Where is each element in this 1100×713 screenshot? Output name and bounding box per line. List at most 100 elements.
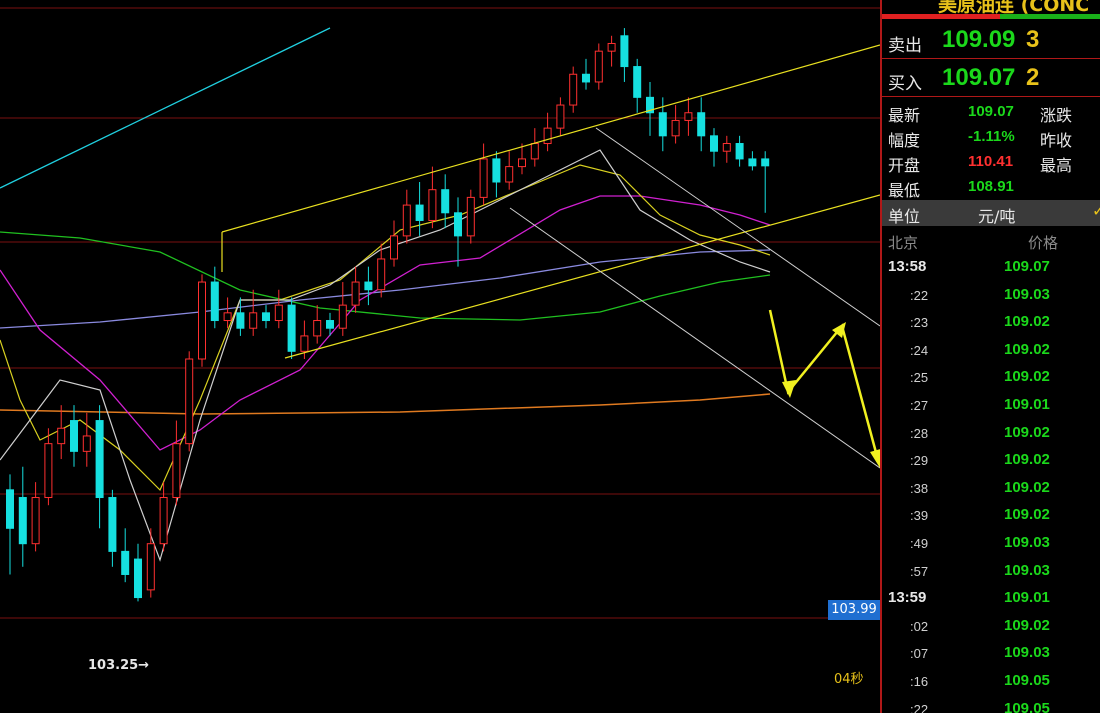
tick-price: 109.02 (1004, 451, 1050, 468)
candlestick-chart[interactable]: 103.25→ 103.99 04秒 (0, 0, 880, 713)
tick-price: 109.03 (1004, 562, 1050, 579)
candle (236, 297, 245, 336)
candle-body (82, 435, 91, 452)
candle-body (658, 112, 667, 137)
candle-body (364, 281, 373, 291)
chevron-down-icon[interactable]: ✓ (1092, 201, 1100, 220)
stat-latest-label: 最新 (888, 106, 921, 125)
ticks-header-time: 北京 (888, 234, 919, 252)
candle-body (415, 204, 424, 221)
candle-body (95, 420, 104, 499)
candle-body (594, 50, 603, 83)
candle (198, 274, 206, 367)
candle (582, 58, 590, 90)
candle (172, 420, 181, 506)
candle (31, 482, 40, 552)
candle (684, 97, 693, 136)
candle (620, 28, 629, 82)
candle (146, 528, 155, 598)
sell-quote-row[interactable]: 卖出 109.09 3 (882, 24, 1100, 59)
tick-price: 109.02 (1004, 617, 1050, 634)
ma-line-yellow (0, 164, 771, 492)
candle-body (6, 489, 14, 529)
candle (556, 97, 565, 136)
candle-body (57, 427, 66, 445)
candle-body (761, 158, 770, 167)
tick-price: 109.01 (1004, 589, 1050, 606)
tick-price: 109.02 (1004, 313, 1050, 330)
candle (607, 35, 616, 67)
candle (415, 182, 424, 236)
candle (390, 220, 398, 267)
candle (543, 112, 552, 152)
candle (249, 289, 258, 336)
candle (633, 58, 642, 113)
tick-price: 109.03 (1004, 644, 1050, 661)
candle (351, 266, 360, 313)
tick-time: :16 (910, 674, 929, 689)
candle (108, 489, 117, 567)
tick-time: :22 (910, 702, 929, 713)
tick-time: :57 (910, 564, 929, 579)
candle-body (390, 235, 398, 260)
tick-price: 109.02 (1004, 506, 1050, 523)
buy-volume: 2 (1026, 64, 1040, 91)
candle-body (159, 497, 168, 545)
candle (185, 351, 194, 452)
candle (6, 474, 14, 575)
countdown-timer: 04秒 (834, 672, 864, 687)
candle-body (454, 212, 462, 237)
candle (262, 305, 270, 329)
candle-body (543, 127, 552, 145)
tick-time: :29 (910, 453, 929, 468)
tick-price: 109.03 (1004, 534, 1050, 551)
candle (159, 482, 168, 552)
candle-body (44, 443, 53, 499)
candle-body (300, 335, 309, 352)
sell-price: 109.09 (942, 26, 1016, 53)
candle-body (236, 312, 245, 329)
candle-body (428, 189, 437, 221)
candle (70, 405, 78, 467)
unit-value: 元/吨 (978, 207, 1016, 226)
candle (671, 105, 680, 144)
candle (287, 297, 296, 359)
candle-body (262, 312, 270, 322)
tick-time: :28 (910, 426, 929, 441)
trend-line-cyan (0, 27, 331, 189)
tick-price: 109.05 (1004, 700, 1050, 713)
tick-time: :39 (910, 508, 929, 523)
candle (18, 466, 27, 567)
tick-time: :24 (910, 343, 929, 358)
stat-high-label: 最高 (1040, 156, 1073, 175)
channel-upper-line (221, 44, 880, 233)
candle (441, 174, 450, 229)
candle (134, 543, 142, 602)
candle (735, 135, 744, 167)
candle-body (466, 196, 475, 237)
candle-body (198, 281, 206, 360)
buy-quote-row[interactable]: 买入 109.07 2 (882, 62, 1100, 97)
unit-label: 单位 (888, 207, 921, 226)
candle-body (185, 358, 194, 445)
chart-top-links[interactable] (672, 0, 716, 6)
candle-body (710, 135, 718, 152)
candle (518, 143, 526, 175)
candle (594, 43, 603, 90)
down-channel-lower (509, 207, 880, 469)
candle (479, 143, 488, 206)
unit-selector[interactable]: 单位 元/吨 ✓ (882, 200, 1100, 226)
stat-low-label: 最低 (888, 181, 921, 200)
candle-body (134, 558, 142, 599)
candle (466, 189, 475, 244)
candle-body (479, 158, 488, 198)
stat-low-value: 108.91 (968, 178, 1014, 195)
candle-body (671, 119, 680, 137)
candle-body (210, 281, 219, 322)
candle (569, 66, 578, 113)
candle-body (377, 258, 386, 291)
stat-prevclose-label: 昨收 (1040, 131, 1073, 150)
candle-body (505, 166, 514, 183)
candle (57, 405, 66, 460)
candle (505, 151, 514, 190)
